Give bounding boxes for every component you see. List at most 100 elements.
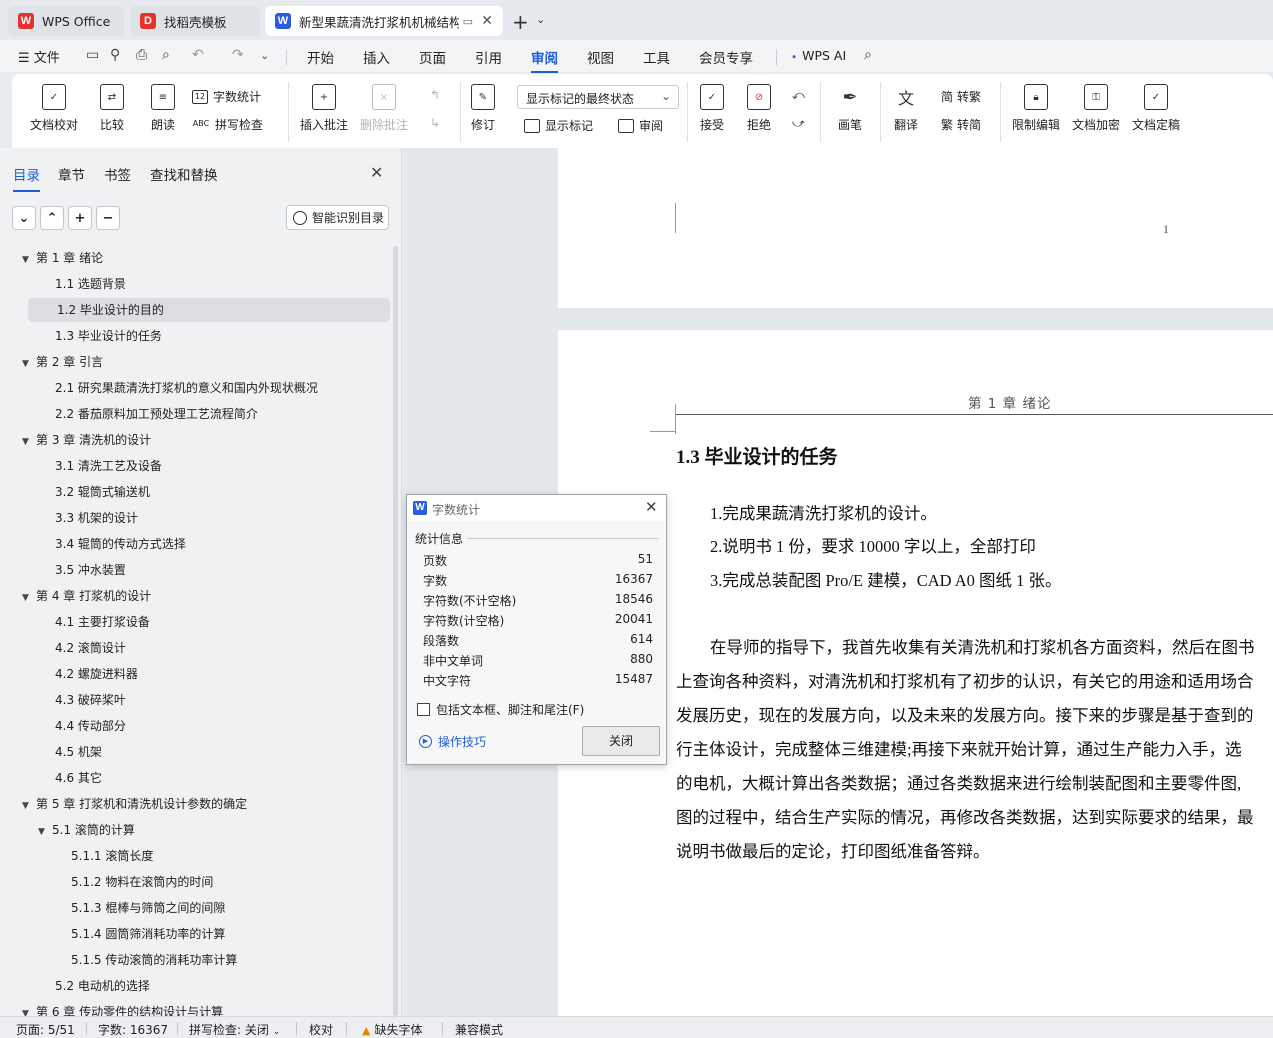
spell-check-status[interactable]: 拼写检查: 关闭 ⌄ <box>189 1021 280 1038</box>
include-textbox-checkbox[interactable]: 包括文本框、脚注和尾注(F) <box>417 701 584 718</box>
word-count-indicator[interactable]: 字数: 16367 <box>98 1021 168 1038</box>
wps-ai-button[interactable]: ᭼ WPS AI <box>790 48 846 70</box>
toc-item[interactable]: 5.1.1 滚筒长度 <box>0 844 392 868</box>
tab-find-replace[interactable]: 查找和替换 <box>150 164 218 184</box>
remove-heading-button[interactable]: − <box>96 206 120 230</box>
expand-triangle-icon[interactable]: ▼ <box>22 352 36 376</box>
tips-link[interactable]: ▶ 操作技巧 <box>419 733 486 750</box>
expand-triangle-icon[interactable]: ▼ <box>22 248 36 272</box>
monitor-icon[interactable]: ▭ <box>463 15 473 28</box>
menu-member[interactable]: 会员专享 <box>699 47 753 67</box>
word-count-button[interactable]: 12 字数统计 <box>192 88 261 105</box>
doc-encrypt-button[interactable]: ⚿ 文档加密 <box>1072 84 1120 133</box>
toc-item[interactable]: 4.4 传动部分 <box>0 714 392 738</box>
track-changes-button[interactable]: ✎ 修订 <box>471 84 495 133</box>
close-icon[interactable]: ✕ <box>370 163 383 182</box>
toc-item[interactable]: 3.3 机架的设计 <box>0 506 392 530</box>
toc-item[interactable]: 1.2 毕业设计的目的 <box>28 298 390 322</box>
prev-change-icon[interactable]: ⤺ <box>792 88 805 103</box>
expand-triangle-icon[interactable]: ▼ <box>22 430 36 454</box>
markup-display-select[interactable]: 显示标记的最终状态 ⌄ <box>517 85 679 109</box>
menu-home[interactable]: 开始 <box>307 47 334 67</box>
toc-item[interactable]: 3.4 辊筒的传动方式选择 <box>0 532 392 556</box>
toc-item[interactable]: 2.1 研究果蔬清洗打浆机的意义和国内外现状概况 <box>0 376 392 400</box>
file-menu[interactable]: ☰ 文件 <box>18 47 60 66</box>
next-change-icon[interactable]: ⤻ <box>792 116 805 131</box>
toc-item[interactable]: 4.5 机架 <box>0 740 392 764</box>
menu-page[interactable]: 页面 <box>419 47 446 67</box>
toc-item[interactable]: 4.1 主要打浆设备 <box>0 610 392 634</box>
toc-item[interactable]: 5.1.3 棍棒与筛筒之间的间隙 <box>0 896 392 920</box>
delete-comment-button[interactable]: × 删除批注 <box>360 84 408 133</box>
menu-references[interactable]: 引用 <box>475 47 502 67</box>
tab-toc[interactable]: 目录 <box>13 164 40 192</box>
toc-item[interactable]: 1.1 选题背景 <box>0 272 392 296</box>
show-markup-button[interactable]: 显示标记 <box>524 117 593 134</box>
save-icon[interactable]: ▭ <box>86 47 99 63</box>
reject-button[interactable]: ⊘ 拒绝 <box>747 84 771 133</box>
tab-bookmarks[interactable]: 书签 <box>104 164 131 184</box>
menu-review[interactable]: 审阅 <box>531 47 558 73</box>
undo-icon[interactable]: ↶ <box>192 47 204 63</box>
customize-chevron-icon[interactable]: ⌄ <box>260 49 269 62</box>
tab-docer-templates[interactable]: D 找稻壳模板 <box>130 6 260 36</box>
toc-item[interactable]: 3.5 冲水装置 <box>0 558 392 582</box>
ink-button[interactable]: ✒ 画笔 <box>838 84 862 133</box>
toc-item[interactable]: 3.1 清洗工艺及设备 <box>0 454 392 478</box>
toc-item[interactable]: ▼ 5.1 滚筒的计算 <box>0 818 392 842</box>
expand-triangle-icon[interactable]: ▼ <box>22 586 36 610</box>
toc-item[interactable]: 4.2 滚筒设计 <box>0 636 392 660</box>
tab-current-document[interactable]: W 新型果蔬清洗打浆机机械结构 ▭ ✕ <box>265 6 503 36</box>
toc-item[interactable]: ▼ 第 4 章 打浆机的设计 <box>0 584 392 608</box>
menu-view[interactable]: 视图 <box>587 47 614 67</box>
read-aloud-button[interactable]: ≡ 朗读 <box>151 84 175 133</box>
toc-item[interactable]: 4.3 破碎桨叶 <box>0 688 392 712</box>
menu-insert[interactable]: 插入 <box>363 47 390 67</box>
review-pane-button[interactable]: 审阅 <box>618 117 663 134</box>
next-comment-icon[interactable]: ↳ <box>430 116 440 130</box>
menu-tools[interactable]: 工具 <box>643 47 670 67</box>
doc-finalize-button[interactable]: ✓ 文档定稿 <box>1132 84 1180 133</box>
expand-triangle-icon[interactable]: ▼ <box>22 794 36 818</box>
expand-triangle-icon[interactable]: ▼ <box>38 820 52 844</box>
page-indicator[interactable]: 页面: 5/51 <box>16 1021 75 1038</box>
toc-item[interactable]: 5.1.4 圆筒筛消耗功率的计算 <box>0 922 392 946</box>
translate-button[interactable]: 文 翻译 <box>894 84 918 133</box>
expand-all-button[interactable]: ⌄ <box>12 206 36 230</box>
tab-sections[interactable]: 章节 <box>58 164 85 184</box>
toc-item[interactable]: ▼ 第 2 章 引言 <box>0 350 392 374</box>
proofread-status[interactable]: 校对 <box>309 1021 333 1038</box>
dialog-titlebar[interactable]: W 字数统计 ✕ <box>407 495 666 521</box>
accept-button[interactable]: ✓ 接受 <box>700 84 724 133</box>
toc-item[interactable]: 4.2 螺旋进料器 <box>0 662 392 686</box>
insert-comment-button[interactable]: + 插入批注 <box>300 84 348 133</box>
add-heading-button[interactable]: + <box>68 206 92 230</box>
print-preview-icon[interactable]: ⌕ <box>162 47 170 63</box>
chevron-down-icon[interactable]: ⌄ <box>536 13 545 26</box>
doc-check-button[interactable]: ✓ 文档校对 <box>30 84 78 133</box>
close-icon[interactable]: ✕ <box>645 498 658 516</box>
toc-item[interactable]: 1.3 毕业设计的任务 <box>0 324 392 348</box>
to-simplified-button[interactable]: 繁 转简 <box>941 116 981 133</box>
toc-item[interactable]: ▼ 第 5 章 打浆机和清洗机设计参数的确定 <box>0 792 392 816</box>
toc-item[interactable]: 4.6 其它 <box>0 766 392 790</box>
to-traditional-button[interactable]: 简 转繁 <box>941 88 981 105</box>
toc-item[interactable]: ▼ 第 1 章 绪论 <box>0 246 392 270</box>
toc-item[interactable]: 5.2 电动机的选择 <box>0 974 392 998</box>
smart-toc-button[interactable]: 智能识别目录 <box>286 205 389 230</box>
nav-scrollbar[interactable] <box>393 246 398 1016</box>
print-icon[interactable]: ⎙ <box>136 47 147 63</box>
collapse-button[interactable]: ⌃ <box>40 206 64 230</box>
share-icon[interactable]: ⚲ <box>110 47 120 63</box>
compare-button[interactable]: ⇄ 比较 <box>100 84 124 133</box>
prev-comment-icon[interactable]: ↰ <box>430 88 440 102</box>
tab-wps-office[interactable]: W WPS Office <box>8 6 124 36</box>
toc-item[interactable]: 3.2 辊筒式输送机 <box>0 480 392 504</box>
spell-check-button[interactable]: ABC 拼写检查 <box>192 116 263 133</box>
missing-font-status[interactable]: ▲ 缺失字体 <box>362 1021 422 1038</box>
restrict-edit-button[interactable]: 🔒︎ 限制编辑 <box>1012 84 1060 133</box>
toc-item[interactable]: ▼ 第 3 章 清洗机的设计 <box>0 428 392 452</box>
close-button[interactable]: 关闭 <box>582 726 660 756</box>
toc-item[interactable]: 2.2 番茄原料加工预处理工艺流程简介 <box>0 402 392 426</box>
search-icon[interactable]: ⌕ <box>864 47 872 63</box>
